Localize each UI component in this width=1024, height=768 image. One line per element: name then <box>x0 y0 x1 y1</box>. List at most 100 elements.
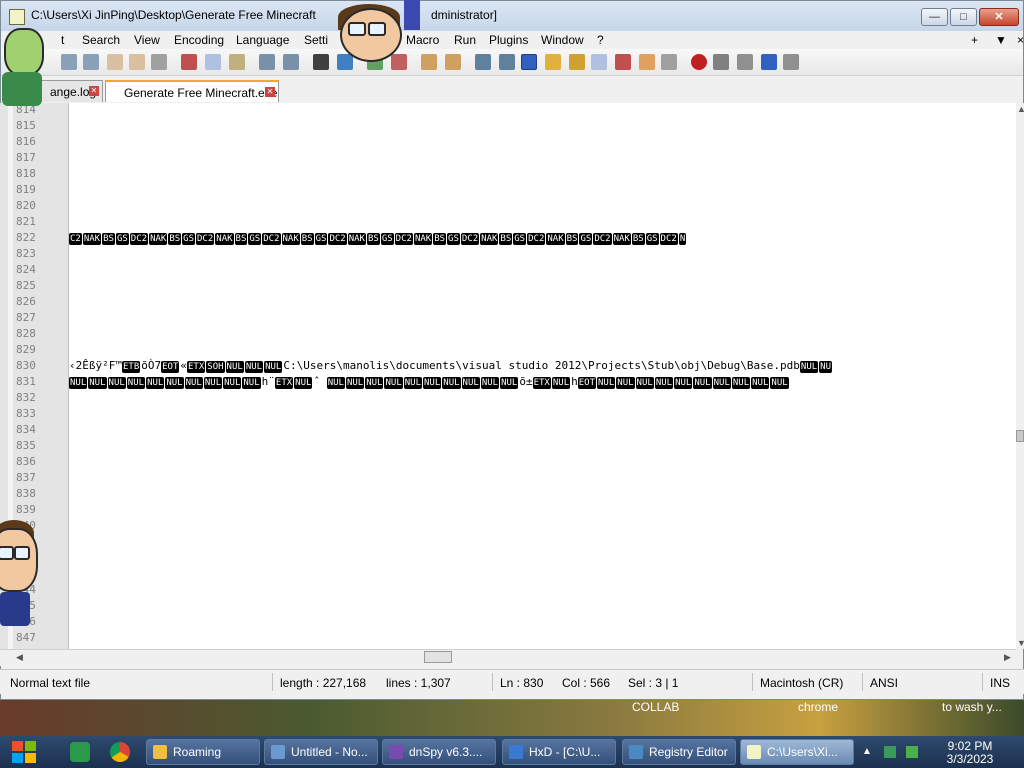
scroll-left-icon[interactable]: ◀ <box>16 652 23 663</box>
tab-generate-free-minecraft[interactable]: Generate Free Minecraft.exe ✕ <box>105 80 279 102</box>
control-char: GS <box>513 233 527 245</box>
minimize-button[interactable]: — <box>921 8 948 26</box>
taskbar-button-label: Untitled - No... <box>291 745 368 759</box>
doc-list-icon[interactable] <box>591 54 607 70</box>
control-char: DC2 <box>659 233 678 245</box>
control-char: NAK <box>215 233 234 245</box>
menu-settings[interactable]: Setti <box>304 33 328 47</box>
save-all-icon[interactable] <box>83 54 99 70</box>
menu-search[interactable]: Search <box>82 33 120 47</box>
control-char: DC2 <box>129 233 149 245</box>
insert-mode[interactable]: INS <box>990 676 1010 690</box>
tray-expand-icon[interactable]: ▲ <box>862 746 874 758</box>
monitoring-icon[interactable] <box>661 54 677 70</box>
control-char: GS <box>115 233 129 245</box>
sync-vertical-icon[interactable] <box>421 54 437 70</box>
paste-icon[interactable] <box>229 54 245 70</box>
menu-view[interactable]: View <box>134 33 160 47</box>
app-icon <box>629 745 643 759</box>
taskbar-button[interactable]: C:\Users\Xi... <box>740 739 854 765</box>
menu-window[interactable]: Window <box>541 33 584 47</box>
code-line-822[interactable]: C2 NAK BS GS DC2 NAK BS GS DC2 NAK BS GS DC2 NAK BS GS D… <box>69 231 1016 245</box>
line-number: 836 <box>16 455 36 468</box>
close-file-icon[interactable] <box>107 54 123 70</box>
tab-list-dropdown-icon[interactable]: ▼ <box>995 33 1007 47</box>
taskbar-button[interactable]: Registry Editor <box>622 739 736 765</box>
line-number: 827 <box>16 311 36 324</box>
record-macro-icon[interactable] <box>691 54 707 70</box>
scroll-up-icon[interactable]: ▲ <box>1017 104 1024 114</box>
tab-label: Generate Free Minecraft.exe <box>124 86 278 100</box>
menu-encoding[interactable]: Encoding <box>174 33 224 47</box>
print-icon[interactable] <box>151 54 167 70</box>
maximize-button[interactable]: □ <box>950 8 977 26</box>
encoding-label[interactable]: ANSI <box>870 676 898 690</box>
vertical-scroll-thumb[interactable] <box>1016 430 1024 442</box>
line-number: 832 <box>16 391 36 404</box>
editor-area[interactable]: 814 815 816 817 818 819 820 821 822 823 824 825 826 8… <box>0 103 1016 649</box>
menu-language[interactable]: Language <box>236 33 289 47</box>
undo-icon[interactable] <box>259 54 275 70</box>
close-tab-icon[interactable]: ✕ <box>89 86 99 96</box>
save-icon[interactable] <box>61 54 77 70</box>
taskbar-button[interactable]: HxD - [C:\U... <box>502 739 616 765</box>
horizontal-scroll-thumb[interactable] <box>424 651 452 663</box>
indent-guide-icon[interactable] <box>521 54 537 70</box>
network-icon[interactable] <box>884 746 896 758</box>
find-icon[interactable] <box>313 54 329 70</box>
show-all-chars-icon[interactable] <box>499 54 515 70</box>
system-clock[interactable]: 9:02 PM 3/3/2023 <box>938 740 1002 766</box>
chrome-icon[interactable] <box>110 742 130 762</box>
word-wrap-icon[interactable] <box>475 54 491 70</box>
run-macro-multiple-icon[interactable] <box>761 54 777 70</box>
toolbar <box>1 49 1023 76</box>
control-char: NUL <box>203 377 223 389</box>
close-document-icon[interactable]: × <box>1017 33 1024 47</box>
control-char: NUL <box>442 377 461 389</box>
desktop-icon-label[interactable]: to wash y... <box>942 700 1002 714</box>
save-macro-icon[interactable] <box>783 54 799 70</box>
sync-horizontal-icon[interactable] <box>445 54 461 70</box>
spreadsheet-app-icon[interactable] <box>70 742 90 762</box>
title-bar[interactable]: C:\Users\Xi JinPing\Desktop\Generate Fre… <box>1 1 1023 32</box>
stop-macro-icon[interactable] <box>713 54 729 70</box>
code-line-830[interactable]: ‹2Êßÿ²F™ETB õÒ7EOT «ETX SOH NUL NUL NUL C:\User… <box>69 359 1016 373</box>
start-button-icon[interactable] <box>8 738 40 766</box>
control-char: NUL <box>294 377 313 389</box>
control-char: NUL <box>674 377 693 389</box>
menu-help[interactable]: ? <box>597 33 604 47</box>
taskbar-button[interactable]: Roaming <box>146 739 260 765</box>
taskbar-button[interactable]: dnSpy v6.3.... <box>382 739 496 765</box>
control-char: NUL <box>616 377 635 389</box>
scroll-down-icon[interactable]: ▼ <box>1017 638 1024 648</box>
desktop-icon-label[interactable]: COLLAB <box>632 700 679 714</box>
scroll-right-icon[interactable]: ▶ <box>1004 652 1011 663</box>
control-char: C2 <box>69 233 82 245</box>
doc-map-icon[interactable] <box>569 54 585 70</box>
play-macro-icon[interactable] <box>737 54 753 70</box>
menu-plugins[interactable]: Plugins <box>489 33 528 47</box>
menu-run[interactable]: Run <box>454 33 476 47</box>
control-char: NUL <box>597 377 616 389</box>
close-all-icon[interactable] <box>129 54 145 70</box>
close-button[interactable]: ✕ <box>979 8 1019 26</box>
menu-edit[interactable]: t <box>61 33 64 47</box>
copy-icon[interactable] <box>205 54 221 70</box>
taskbar-button[interactable]: Untitled - No... <box>264 739 378 765</box>
control-char: DC2 <box>527 233 546 245</box>
desktop-icon-label[interactable]: chrome <box>798 700 838 714</box>
close-tab-icon[interactable]: ✕ <box>265 87 275 97</box>
control-char: NUL <box>551 377 571 389</box>
horizontal-scrollbar[interactable] <box>0 649 1016 666</box>
folder-workspace-icon[interactable] <box>639 54 655 70</box>
volume-icon[interactable] <box>906 746 918 758</box>
control-char: NUL <box>461 377 480 389</box>
add-tab-icon[interactable]: + <box>971 33 978 47</box>
vertical-scrollbar[interactable] <box>1016 103 1024 649</box>
cut-icon[interactable] <box>181 54 197 70</box>
code-line-831[interactable]: NUL NUL NUL NUL NUL NUL NUL NUL NUL NUL h¨ETX NUL ˆ … <box>69 375 1016 389</box>
redo-icon[interactable] <box>283 54 299 70</box>
function-list-icon[interactable] <box>615 54 631 70</box>
eol-format[interactable]: Macintosh (CR) <box>760 676 843 690</box>
udl-icon[interactable] <box>545 54 561 70</box>
